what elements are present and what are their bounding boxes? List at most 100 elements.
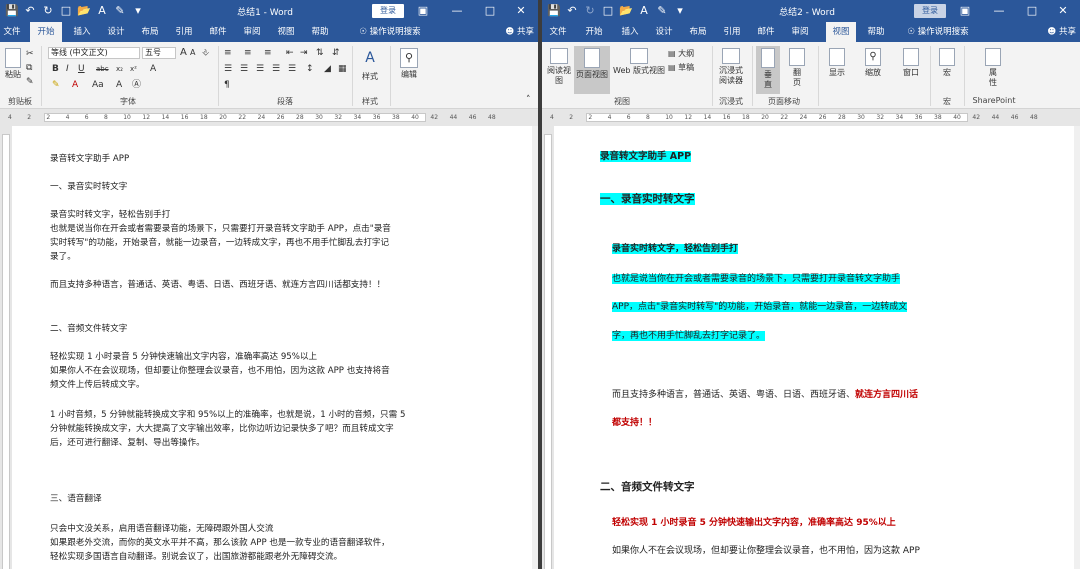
open-icon[interactable]: 📂 xyxy=(618,3,634,19)
vertical-ruler[interactable] xyxy=(542,126,554,569)
align-right-icon[interactable]: ☰ xyxy=(256,63,264,75)
justify-icon[interactable]: ☰ xyxy=(272,63,280,75)
align-center-icon[interactable]: ☰ xyxy=(240,63,248,75)
tab-insert[interactable]: 插入 xyxy=(618,22,642,42)
clear-format-icon[interactable]: ⎀ xyxy=(202,47,209,59)
enclose-char-icon[interactable]: Ⓐ xyxy=(132,79,141,91)
line-spacing-icon[interactable]: ↕ xyxy=(306,63,314,75)
copy-icon[interactable]: ⧉ xyxy=(26,62,32,74)
maximize-icon[interactable]: □ xyxy=(475,0,505,22)
tab-review[interactable]: 审阅 xyxy=(240,22,264,42)
minimize-icon[interactable]: — xyxy=(984,0,1014,22)
ribbon-display-icon[interactable]: ▣ xyxy=(408,0,438,22)
properties-button[interactable]: 属性 xyxy=(978,48,1008,88)
save-icon[interactable]: 💾 xyxy=(4,3,20,19)
outline-button[interactable]: ▤ 大纲 xyxy=(668,48,694,60)
document-page[interactable]: 录音转文字助手 APP 一、录音实时转文字 录音实时转文字，轻松告别手打 也就是… xyxy=(12,126,532,569)
show-marks-icon[interactable]: ¶ xyxy=(224,79,230,91)
vertical-scrollbar[interactable] xyxy=(1074,126,1080,569)
close-icon[interactable]: ✕ xyxy=(506,0,536,22)
document-page[interactable]: 录音转文字助手 APP 一、录音实时转文字 录音实时转文字，轻松告别手打 也就是… xyxy=(554,126,1074,569)
highlight-icon[interactable]: ✎ xyxy=(52,79,60,91)
spelling-icon[interactable]: A xyxy=(636,3,652,19)
distributed-icon[interactable]: ☰ xyxy=(288,63,296,75)
tab-layout[interactable]: 布局 xyxy=(686,22,710,42)
tab-mailings[interactable]: 邮件 xyxy=(206,22,230,42)
customize-qat-icon[interactable]: ▾ xyxy=(672,3,688,19)
tab-file[interactable]: 文件 xyxy=(0,22,24,42)
draft-button[interactable]: ▤ 草稿 xyxy=(668,62,694,74)
save-icon[interactable]: 💾 xyxy=(546,3,562,19)
tab-review[interactable]: 审阅 xyxy=(788,22,812,42)
bold-icon[interactable]: B xyxy=(52,63,59,75)
tab-view[interactable]: 视图 xyxy=(274,22,298,42)
macros-button[interactable]: 宏 xyxy=(936,48,958,78)
change-case-icon[interactable]: Aa xyxy=(92,79,104,91)
styles-button[interactable]: A 样式 xyxy=(356,48,384,82)
redo-icon[interactable]: ↻ xyxy=(582,3,598,19)
horizontal-ruler[interactable]: 4 2 2 4 6 8 10 12 14 16 18 20 22 24 26 28 30 32 34 36 38 40 42… xyxy=(0,110,538,124)
read-mode-button[interactable]: 阅读视图 xyxy=(546,48,572,86)
show-button[interactable]: 显示 xyxy=(824,48,850,78)
font-name-combo[interactable]: 等线 (中文正文) xyxy=(48,47,140,59)
vertical-scrollbar[interactable] xyxy=(532,126,538,569)
immersive-reader-button[interactable]: 沉浸式阅读器 xyxy=(716,48,746,86)
italic-icon[interactable]: I xyxy=(66,63,69,75)
web-layout-button[interactable]: Web 版式视图 xyxy=(612,48,666,76)
tab-home[interactable]: 开始 xyxy=(30,22,62,42)
grow-font-icon[interactable]: A xyxy=(180,47,187,59)
share-button[interactable]: ☻ 共享 xyxy=(1047,22,1076,42)
format-painter-icon-2[interactable]: ✎ xyxy=(26,76,34,88)
tab-layout[interactable]: 布局 xyxy=(138,22,162,42)
tab-view[interactable]: 视图 xyxy=(826,22,856,42)
tell-me-search[interactable]: ☉ 操作说明搜索 xyxy=(898,22,978,42)
horizontal-ruler[interactable]: 4 2 2 4 6 8 10 12 14 16 18 20 22 24 26 28 30 32 34 36 38 40 42… xyxy=(542,110,1080,124)
tab-design[interactable]: 设计 xyxy=(652,22,676,42)
tab-home[interactable]: 开始 xyxy=(582,22,606,42)
tab-insert[interactable]: 插入 xyxy=(70,22,94,42)
cut-icon[interactable]: ✂ xyxy=(26,48,34,60)
open-icon[interactable]: 📂 xyxy=(76,3,92,19)
customize-qat-icon[interactable]: ▾ xyxy=(130,3,146,19)
text-effects-icon[interactable]: A xyxy=(150,63,156,75)
maximize-icon[interactable]: □ xyxy=(1017,0,1047,22)
ribbon-display-icon[interactable]: ▣ xyxy=(950,0,980,22)
tab-references[interactable]: 引用 xyxy=(720,22,744,42)
decrease-indent-icon[interactable]: ⇤ xyxy=(286,47,294,59)
redo-icon[interactable]: ↻ xyxy=(40,3,56,19)
format-painter-icon[interactable]: ✎ xyxy=(112,3,128,19)
superscript-icon[interactable]: x² xyxy=(130,63,137,75)
new-doc-icon[interactable]: □ xyxy=(600,3,616,19)
underline-icon[interactable]: U xyxy=(78,63,85,75)
shrink-font-icon[interactable]: A xyxy=(190,47,195,59)
collapse-ribbon-icon[interactable]: ˄ xyxy=(526,94,531,106)
shading-icon[interactable]: ◢ xyxy=(324,63,331,75)
undo-icon[interactable]: ↶ xyxy=(22,3,38,19)
char-shading-icon[interactable]: A xyxy=(116,79,122,91)
paste-button[interactable]: 粘贴 xyxy=(2,48,24,80)
tell-me-search[interactable]: ☉ 操作说明搜索 xyxy=(350,22,430,42)
align-left-icon[interactable]: ☰ xyxy=(224,63,232,75)
numbering-icon[interactable]: ≡ xyxy=(244,47,252,59)
subscript-icon[interactable]: x₂ xyxy=(116,63,123,75)
tab-references[interactable]: 引用 xyxy=(172,22,196,42)
bullets-icon[interactable]: ≡ xyxy=(224,47,232,59)
font-size-combo[interactable]: 五号 xyxy=(142,47,176,59)
borders-icon[interactable]: ▦ xyxy=(338,63,347,75)
window-button[interactable]: 窗口 xyxy=(898,48,924,78)
tab-file[interactable]: 文件 xyxy=(546,22,570,42)
tab-help[interactable]: 帮助 xyxy=(864,22,888,42)
share-button[interactable]: ☻ 共享 xyxy=(505,22,534,42)
tab-design[interactable]: 设计 xyxy=(104,22,128,42)
editing-button[interactable]: ⚲ 编辑 xyxy=(396,48,422,80)
vertical-button[interactable]: 垂直 xyxy=(756,46,780,94)
print-layout-button[interactable]: 页面视图 xyxy=(574,46,610,94)
login-button[interactable]: 登录 xyxy=(372,4,404,18)
tab-mailings[interactable]: 邮件 xyxy=(754,22,778,42)
format-painter-icon[interactable]: ✎ xyxy=(654,3,670,19)
zoom-button[interactable]: ⚲ 缩放 xyxy=(860,48,886,78)
font-color-icon[interactable]: A xyxy=(72,79,78,91)
chinese-layout-icon[interactable]: ⇅ xyxy=(316,47,324,59)
strikethrough-icon[interactable]: abc xyxy=(96,63,109,75)
spelling-icon[interactable]: A xyxy=(94,3,110,19)
